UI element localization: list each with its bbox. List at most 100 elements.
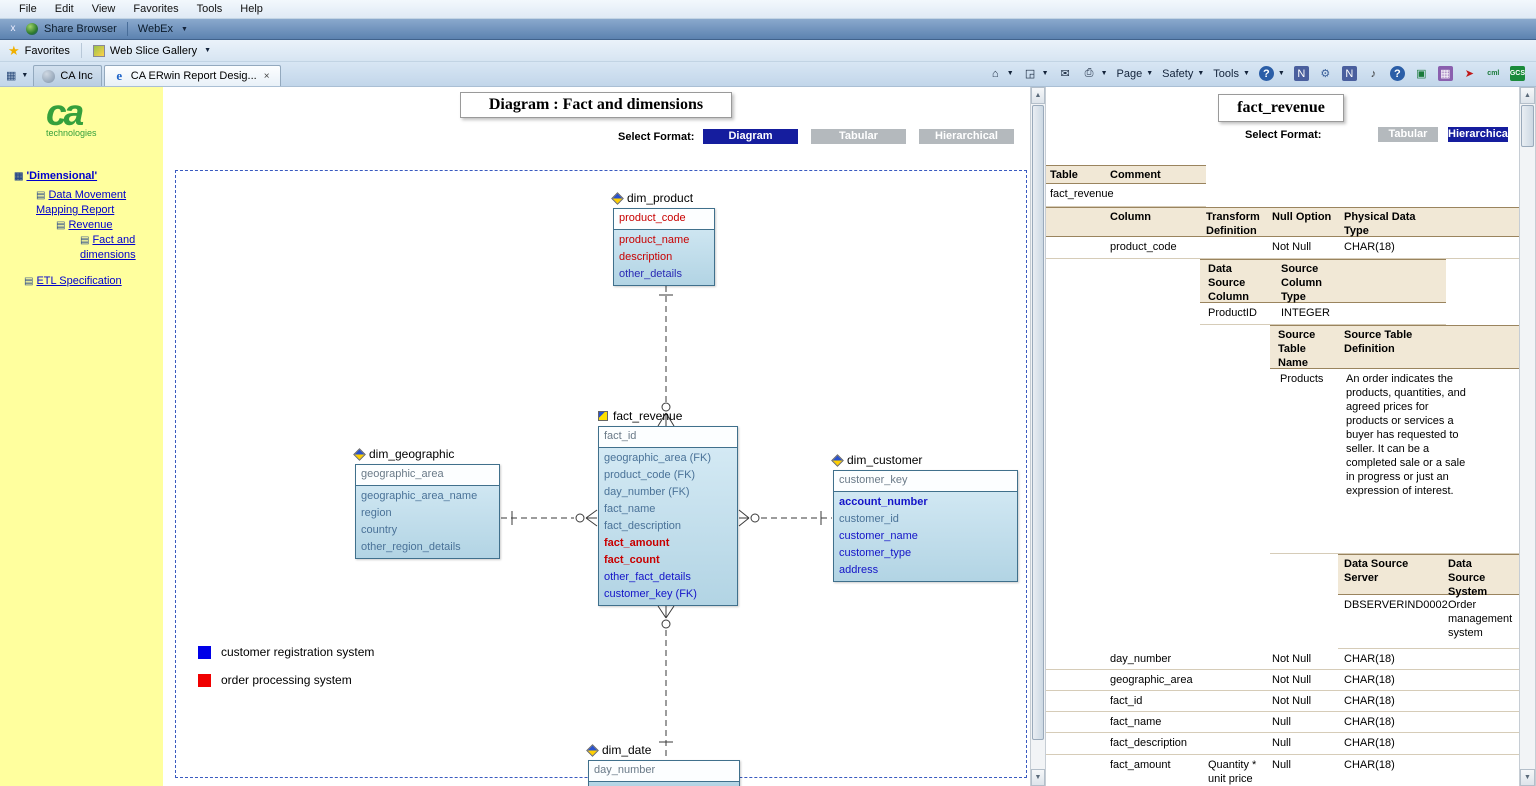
tools-menu[interactable]: Tools▼ — [1210, 67, 1253, 81]
detail-format-hierarchical-button[interactable]: Hierarchical — [1448, 127, 1508, 142]
entity-label-fact_revenue: fact_revenue — [598, 409, 682, 423]
chevron-down-icon[interactable]: ▼ — [1101, 70, 1108, 77]
scroll-up-icon[interactable]: ▲ — [1520, 87, 1535, 104]
gear-icon[interactable]: ⚙ — [1315, 65, 1336, 82]
help-menu[interactable]: ?▼ — [1256, 65, 1288, 82]
sidebar-item-data-movement-mapping-report[interactable]: ▤Data Movement Mapping Report — [36, 188, 142, 217]
entity-dim_product[interactable]: product_codeproduct_namedescriptionother… — [613, 208, 715, 286]
sidebar-item-fact-and-dimensions[interactable]: ▤Fact and dimensions — [80, 233, 146, 262]
detail-row: fact_descriptionNullCHAR(18) — [1046, 733, 1519, 755]
close-toolbar-button[interactable]: x — [6, 22, 20, 36]
entity-key-area: fact_id — [599, 427, 737, 448]
chevron-down-icon[interactable]: ▼ — [204, 47, 211, 54]
scrollbar-thumb[interactable] — [1521, 105, 1534, 147]
chevron-down-icon[interactable]: ▼ — [1146, 70, 1153, 77]
home-icon[interactable]: ⌂▼ — [985, 65, 1017, 82]
diagram-scrollbar[interactable]: ▲ ▼ — [1030, 87, 1046, 786]
favorites-star-icon[interactable]: ★ — [8, 43, 20, 59]
chevron-down-icon[interactable]: ▼ — [1243, 70, 1250, 77]
detail-format-tabular-button[interactable]: Tabular — [1378, 127, 1438, 142]
send-icon[interactable]: ➤ — [1459, 65, 1480, 82]
chevron-down-icon[interactable]: ▼ — [1042, 70, 1049, 77]
screen-capture-icon[interactable]: ▣ — [1414, 66, 1429, 81]
tab-ca-inc[interactable]: CA Inc — [33, 65, 101, 86]
jot-note-icon[interactable]: ♪ — [1363, 65, 1384, 82]
cml-icon[interactable]: cml — [1483, 65, 1504, 82]
entity-dim_customer[interactable]: customer_keyaccount_numbercustomer_idcus… — [833, 470, 1018, 582]
chevron-down-icon[interactable]: ▼ — [1007, 70, 1014, 77]
quick-tabs-icon[interactable]: ▦ — [6, 69, 16, 82]
scroll-up-icon[interactable]: ▲ — [1031, 87, 1045, 104]
detail-scrollbar[interactable]: ▲ ▼ — [1519, 87, 1536, 786]
tab-list-chevron-icon[interactable]: ▼ — [21, 72, 28, 79]
screen-capture-icon[interactable]: ▣ — [1411, 65, 1432, 82]
entity-dim_date[interactable]: day_number — [588, 760, 740, 786]
key-attribute: fact_id — [604, 430, 732, 442]
page-menu[interactable]: Page▼ — [1114, 67, 1157, 81]
favorites-button[interactable]: Favorites — [25, 45, 70, 57]
chevron-down-icon[interactable]: ▼ — [1197, 70, 1204, 77]
webex-menu[interactable]: WebEx — [138, 23, 173, 35]
entity-fact_revenue[interactable]: fact_idgeographic_area (FK)product_code … — [598, 426, 738, 606]
onenote-icon[interactable]: N — [1291, 65, 1312, 82]
gcs-icon[interactable]: GCS — [1507, 65, 1528, 82]
read-mail-icon[interactable]: ✉ — [1055, 65, 1076, 82]
chevron-down-icon[interactable]: ▼ — [1278, 70, 1285, 77]
legend-color-swatch — [198, 674, 211, 687]
web-slice-icon[interactable] — [93, 45, 105, 57]
image-capture-icon[interactable]: ▦ — [1435, 65, 1456, 82]
page-menu-label: Page — [1117, 68, 1143, 80]
help-menu[interactable]: ? — [1259, 66, 1274, 81]
menu-view[interactable]: View — [83, 2, 125, 16]
menu-edit[interactable]: Edit — [46, 2, 83, 16]
help-icon[interactable]: ? — [1390, 66, 1405, 81]
attribute: country — [356, 522, 499, 539]
dimension-icon — [611, 192, 624, 205]
gear-icon[interactable]: ⚙ — [1318, 66, 1333, 81]
fact-table-icon — [598, 411, 608, 421]
chevron-down-icon[interactable]: ▼ — [181, 26, 188, 33]
cml-icon[interactable]: cml — [1486, 66, 1501, 81]
web-slice-gallery-button[interactable]: Web Slice Gallery — [110, 45, 197, 57]
attribute: other_region_details — [356, 539, 499, 556]
onenote-send-icon[interactable]: N — [1342, 66, 1357, 81]
entity-key-area: customer_key — [834, 471, 1017, 492]
help-icon[interactable]: ? — [1387, 65, 1408, 82]
header-cell: Transform Definition — [1206, 210, 1270, 238]
image-capture-icon[interactable]: ▦ — [1438, 66, 1453, 81]
sidebar-item-revenue[interactable]: ▤Revenue — [56, 218, 136, 233]
onenote-send-icon[interactable]: N — [1339, 65, 1360, 82]
onenote-icon[interactable]: N — [1294, 66, 1309, 81]
entity-label-dim_geographic: dim_geographic — [355, 447, 454, 461]
safety-menu[interactable]: Safety▼ — [1159, 67, 1207, 81]
menu-help[interactable]: Help — [231, 2, 272, 16]
scroll-down-icon[interactable]: ▼ — [1031, 769, 1045, 786]
send-icon[interactable]: ➤ — [1462, 66, 1477, 81]
print-icon[interactable]: ⎙▼ — [1079, 65, 1111, 82]
sidebar-item-label: Data Movement Mapping Report — [36, 189, 126, 216]
share-browser-label[interactable]: Share Browser — [44, 23, 117, 35]
report-icon: ▤ — [24, 275, 33, 289]
gcs-icon[interactable]: GCS — [1510, 66, 1525, 81]
sidebar-item--dimensional-[interactable]: ▦'Dimensional' — [14, 169, 154, 184]
data-cell: Not Null — [1272, 673, 1336, 687]
menu-tools[interactable]: Tools — [188, 2, 232, 16]
menu-file[interactable]: File — [10, 2, 46, 16]
menu-favorites[interactable]: Favorites — [124, 2, 187, 16]
header-cell: Data Source Column — [1208, 262, 1268, 304]
close-tab-icon[interactable]: × — [262, 71, 272, 82]
data-cell: An order indicates the products, quantit… — [1346, 372, 1466, 498]
scroll-down-icon[interactable]: ▼ — [1520, 769, 1535, 786]
sidebar-item-etl-specification[interactable]: ▤ETL Specification — [24, 274, 154, 289]
tab-ca-erwin-report-designer[interactable]: e CA ERwin Report Desig... × — [104, 65, 281, 86]
home-icon[interactable]: ⌂ — [988, 66, 1003, 81]
feeds-icon[interactable]: ◲ — [1023, 66, 1038, 81]
print-icon[interactable]: ⎙ — [1082, 66, 1097, 81]
command-bar: ⌂▼◲▼✉⎙▼Page▼Safety▼Tools▼?▼N⚙N♪?▣▦➤cmlGC… — [985, 65, 1536, 86]
scrollbar-thumb[interactable] — [1032, 105, 1044, 740]
jot-note-icon[interactable]: ♪ — [1366, 66, 1381, 81]
report-icon: ▤ — [80, 234, 89, 248]
entity-dim_geographic[interactable]: geographic_areageographic_area_nameregio… — [355, 464, 500, 559]
read-mail-icon[interactable]: ✉ — [1058, 66, 1073, 81]
feeds-icon[interactable]: ◲▼ — [1020, 65, 1052, 82]
